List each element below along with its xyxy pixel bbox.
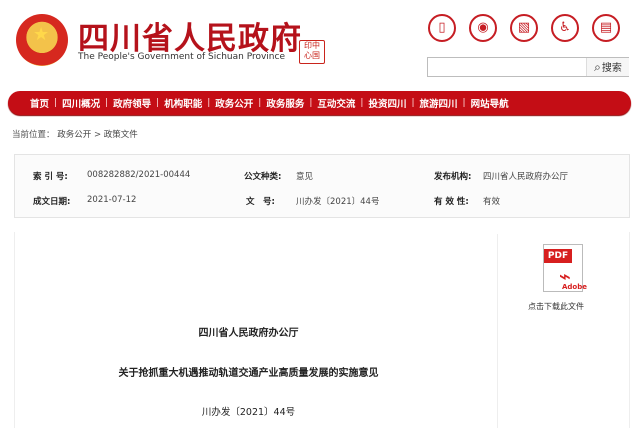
site-subtitle: The People's Government of Sichuan Provi… [78, 52, 285, 62]
issuer-label: 发布机构: [434, 172, 472, 182]
nav-separator: | [105, 98, 109, 108]
weibo-icon[interactable]: ◉ [469, 14, 497, 42]
site-header: 四川省人民政府 The People's Government of Sichu… [0, 0, 644, 88]
breadcrumb-item-government-affairs[interactable]: 政务公开 [57, 130, 91, 140]
document-metadata-panel: 索 引 号: 008282882/2021-00444 公文种类: 意见 发布机… [14, 154, 630, 218]
nav-item[interactable]: 四川概况 [62, 96, 100, 110]
document-title: 关于抢抓重大机遇推动轨道交通产业高质量发展的实施意见 [118, 368, 379, 379]
mobile-icon[interactable]: ▯ [428, 14, 456, 42]
nav-separator: | [360, 98, 364, 108]
nav-item[interactable]: 机构职能 [164, 96, 202, 110]
nav-item[interactable]: 旅游四川 [420, 96, 458, 110]
breadcrumb-prefix: 当前位置： [12, 130, 55, 140]
nav-separator: | [258, 98, 262, 108]
nav-item[interactable]: 投资四川 [368, 96, 406, 110]
nav-separator: | [54, 98, 58, 108]
nav-item[interactable]: 政务公开 [215, 96, 253, 110]
search-button-label: 搜索 [601, 63, 622, 74]
nav-separator: | [207, 98, 211, 108]
pdf-badge: PDF [544, 249, 572, 263]
breadcrumb: 当前位置： 政务公开 > 政策文件 [12, 128, 138, 140]
document-issuer: 四川省人民政府办公厅 [198, 328, 299, 339]
type-label: 公文种类: [244, 172, 282, 182]
search-input[interactable] [428, 58, 586, 74]
nav-separator: | [462, 98, 466, 108]
pdf-file-icon: PDF ⌁ Adobe [543, 244, 587, 292]
date-value: 2021-07-12 [87, 195, 137, 205]
document-number-label: 文 号: [246, 197, 275, 207]
pdf-download-icon[interactable]: PDF ⌁ Adobe [534, 244, 588, 304]
type-value: 意见 [296, 172, 314, 182]
search-icon: ⌕ [594, 60, 601, 74]
nav-separator: | [411, 98, 415, 108]
search-button[interactable]: ⌕搜索 [586, 58, 629, 76]
map-icon[interactable]: ▧ [510, 14, 538, 42]
nav-list: 首页 | 四川概况 | 政府领导 | 机构职能 | 政务公开 | 政务服务 | 互动交流 | 投资四川 | 旅游… [30, 91, 509, 115]
validity-label: 有 效 性: [434, 197, 469, 207]
metadata-row-1: 索 引 号: 008282882/2021-00444 公文种类: 意见 发布机… [15, 170, 629, 190]
metadata-row-2: 成文日期: 2021-07-12 文 号: 川办发〔2021〕44号 有 效 性… [15, 195, 629, 215]
accessibility-icon[interactable]: ♿ [551, 14, 579, 42]
china-seal-logo: 印中 心国 [299, 40, 325, 64]
site-search: ⌕搜索 [427, 57, 629, 77]
download-file-link[interactable]: 点击下载此文件 [528, 301, 584, 312]
nav-separator: | [156, 98, 160, 108]
door-icon[interactable]: ▤ [592, 14, 620, 42]
adobe-label: Adobe [562, 283, 587, 291]
nav-item[interactable]: 首页 [30, 96, 49, 110]
nav-item[interactable]: 政务服务 [266, 96, 304, 110]
national-emblem-icon [16, 14, 68, 66]
attachment-divider [497, 234, 498, 428]
validity-value: 有效 [483, 197, 501, 207]
nav-item[interactable]: 网站导航 [471, 96, 509, 110]
index-label: 索 引 号: [33, 172, 68, 182]
document-number-value: 川办发〔2021〕44号 [296, 197, 380, 207]
nav-item[interactable]: 互动交流 [317, 96, 355, 110]
nav-item[interactable]: 政府领导 [113, 96, 151, 110]
main-navigation: 首页 | 四川概况 | 政府领导 | 机构职能 | 政务公开 | 政务服务 | 互动交流 | 投资四川 | 旅游… [8, 91, 631, 115]
index-value: 008282882/2021-00444 [87, 170, 191, 180]
nav-separator: | [309, 98, 313, 108]
date-label: 成文日期: [33, 197, 71, 207]
breadcrumb-separator: > [93, 130, 104, 140]
document-number: 川办发〔2021〕44号 [201, 407, 296, 418]
breadcrumb-item-policy-documents[interactable]: 政策文件 [104, 130, 138, 140]
issuer-value: 四川省人民政府办公厅 [483, 172, 569, 182]
